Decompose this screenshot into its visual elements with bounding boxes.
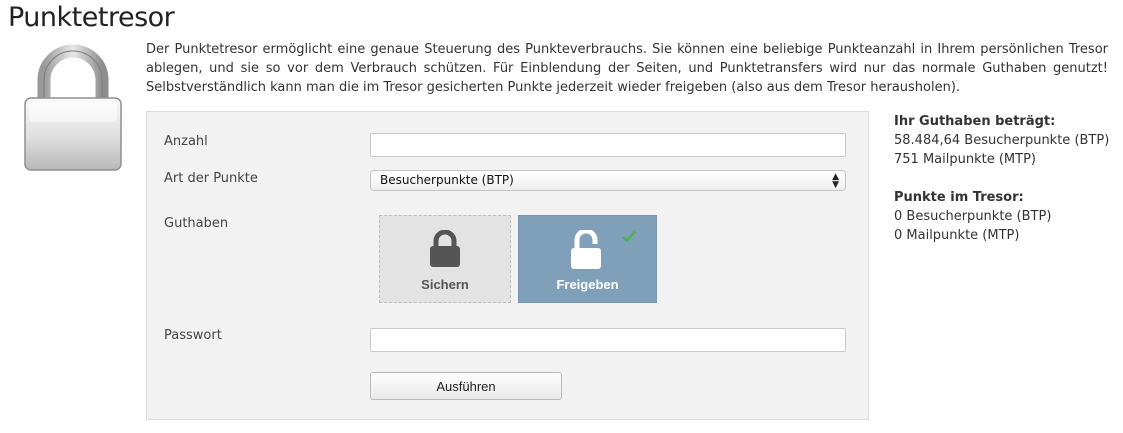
secure-option[interactable]: Sichern: [379, 215, 511, 303]
select-arrows-icon: ▲ ▼: [832, 172, 839, 190]
password-label: Passwort: [164, 328, 222, 343]
submit-button[interactable]: Ausführen: [370, 372, 562, 400]
balance-group: Ihr Guthaben beträgt: 58.484,64 Besucher…: [894, 112, 1114, 169]
password-input[interactable]: [370, 328, 846, 352]
points-summary: Ihr Guthaben beträgt: 58.484,64 Besucher…: [894, 112, 1114, 245]
release-option-label: Freigeben: [556, 277, 619, 292]
vault-visitor-points: 0 Besucherpunkte (BTP): [894, 209, 1052, 224]
lock-open-icon: [570, 230, 601, 269]
secure-option-label: Sichern: [421, 277, 469, 292]
points-type-label: Art der Punkte: [164, 171, 258, 186]
vault-group: Punkte im Tresor: 0 Besucherpunkte (BTP)…: [894, 188, 1114, 245]
points-type-select[interactable]: Besucherpunkte (BTP) ▲ ▼: [370, 170, 846, 191]
padlock-icon: [24, 44, 122, 171]
vault-heading: Punkte im Tresor:: [894, 190, 1024, 205]
page-title: Punktetresor: [8, 2, 175, 33]
points-type-selected-value: Besucherpunkte (BTP): [380, 173, 514, 187]
release-option[interactable]: Freigeben: [518, 215, 657, 303]
amount-input[interactable]: [370, 133, 846, 157]
balance-mail-points: 751 Mailpunkte (MTP): [894, 152, 1036, 167]
amount-label: Anzahl: [164, 134, 208, 149]
lock-closed-icon: [430, 230, 460, 267]
intro-text: Der Punktetresor ermöglicht eine genaue …: [146, 42, 1108, 95]
checkmark-icon: [622, 230, 636, 242]
balance-visitor-points: 58.484,64 Besucherpunkte (BTP): [894, 133, 1110, 148]
vault-mail-points: 0 Mailpunkte (MTP): [894, 228, 1020, 243]
vault-form: Anzahl Art der Punkte Besucherpunkte (BT…: [146, 111, 869, 420]
balance-heading: Ihr Guthaben beträgt:: [894, 114, 1056, 129]
balance-label: Guthaben: [164, 216, 229, 231]
